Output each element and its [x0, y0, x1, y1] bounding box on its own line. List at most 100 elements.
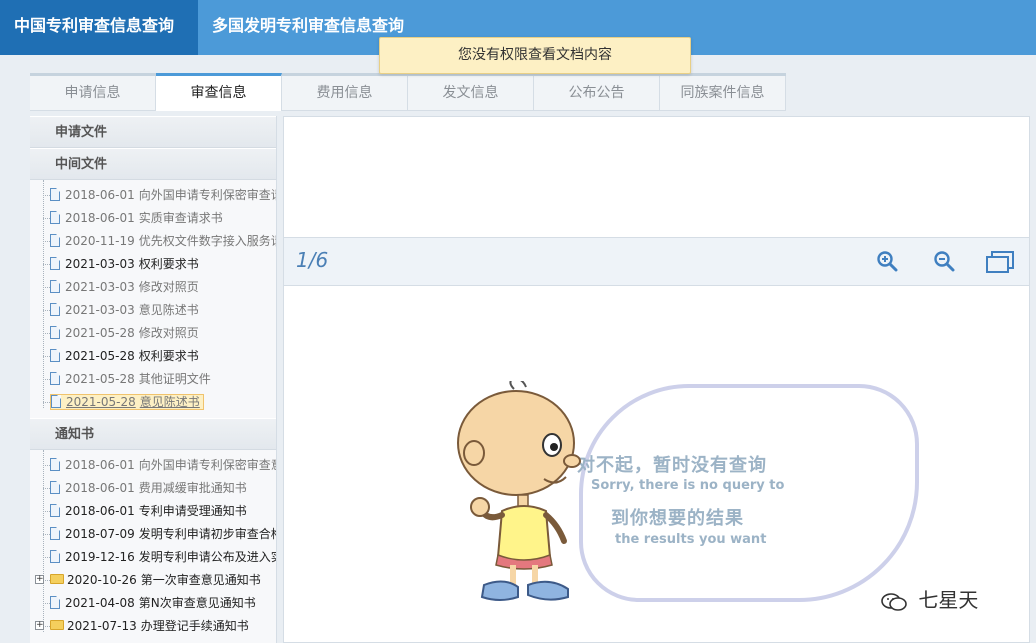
- wechat-icon: [881, 592, 907, 611]
- tree-item[interactable]: 2021-03-03 意见陈述书: [30, 299, 276, 322]
- folder-icon: [50, 620, 64, 630]
- tree-item-name: 办理登记手续通知书: [140, 619, 249, 633]
- fullscreen-window-icon[interactable]: [985, 250, 1015, 274]
- tree-item[interactable]: 2021-05-28 修改对照页: [30, 322, 276, 345]
- section-intermediate-files[interactable]: 中间文件: [30, 148, 276, 180]
- tree-item-name: 修改对照页: [138, 326, 199, 340]
- tree-item-date: 2021-05-28: [65, 326, 135, 340]
- zoom-out-icon[interactable]: [933, 250, 957, 274]
- document-icon: [50, 302, 60, 316]
- tree-item[interactable]: 2021-05-28 权利要求书: [30, 345, 276, 368]
- tree-item-name: 发明专利申请初步审查合格通知书: [138, 527, 276, 541]
- document-icon: [50, 503, 60, 517]
- intermediate-files-list: 2018-06-01向外国申请专利保密审查请求书2018-06-01实质审查请求…: [30, 180, 276, 418]
- tree-item-date: 2021-07-13: [67, 619, 137, 633]
- document-icon: [50, 480, 60, 494]
- page-counter: 1/6: [296, 248, 329, 272]
- tree-item-name: 权利要求书: [138, 257, 199, 271]
- tree-item[interactable]: +2020-10-26 第一次审查意见通知书: [30, 569, 276, 592]
- tree-item-date: 2020-10-26: [67, 573, 137, 587]
- tree-item-name: 实质审查请求书: [138, 211, 223, 225]
- tab-5[interactable]: 同族案件信息: [660, 76, 786, 111]
- tree-item-name: 第一次审查意见通知书: [140, 573, 261, 587]
- tree-item-label-wrap: 2018-07-09发明专利申请初步审查合格通知书: [50, 526, 276, 541]
- tree-item-name: 第N次审查意见通知书: [138, 596, 256, 610]
- tree-item-label-wrap: 2021-03-03 权利要求书: [50, 256, 199, 271]
- tree-item-date: 2018-06-01: [65, 458, 135, 472]
- tab-1[interactable]: 审查信息: [156, 73, 282, 111]
- tree-item[interactable]: 2018-06-01 费用减缓审批通知书: [30, 477, 276, 500]
- tree-item[interactable]: 2018-06-01 实质审查请求书: [30, 207, 276, 230]
- tree-item[interactable]: 2020-11-19优先权文件数字接入服务请求书: [30, 230, 276, 253]
- no-result-message-cn-line1: 对不起，暂时没有查询: [577, 455, 767, 476]
- info-tabs: 申请信息 审查信息 费用信息 发文信息 公布公告 同族案件信息: [30, 73, 786, 111]
- document-icon: [50, 233, 60, 247]
- document-icon: [50, 526, 60, 540]
- tree-item-date: 2021-05-28: [66, 395, 136, 409]
- tree-item-name: 专利申请受理通知书: [138, 504, 247, 518]
- section-notices[interactable]: 通知书: [30, 418, 276, 450]
- tab-2[interactable]: 费用信息: [282, 76, 408, 111]
- tree-item-date: 2018-06-01: [65, 481, 135, 495]
- document-icon: [50, 187, 60, 201]
- tree-item-name: 优先权文件数字接入服务请求书: [138, 234, 276, 248]
- cloud-shape: [579, 384, 919, 602]
- tree-item-label-wrap: 2018-06-01向外国申请专利保密审查意见通知书: [50, 457, 276, 472]
- tree-item-label-wrap: 2021-05-28 权利要求书: [50, 348, 199, 363]
- tree-item-label-wrap: 2019-12-16发明专利申请公布及进入实质审查阶段通知书: [50, 549, 276, 564]
- tree-item-date: 2021-05-28: [65, 349, 135, 363]
- tree-item[interactable]: 2019-12-16发明专利申请公布及进入实质审查阶段通知书: [30, 546, 276, 569]
- tab-4[interactable]: 公布公告: [534, 76, 660, 111]
- tree-item-name: 修改对照页: [138, 280, 199, 294]
- document-icon: [50, 348, 60, 362]
- tab-china-patent-query[interactable]: 中国专利审查信息查询: [0, 0, 198, 55]
- tree-item[interactable]: 2018-06-01 专利申请受理通知书: [30, 500, 276, 523]
- tree-item-date: 2021-04-08: [65, 596, 135, 610]
- tree-item-name: 费用减缓审批通知书: [138, 481, 247, 495]
- tree-item[interactable]: 2018-06-01向外国申请专利保密审查请求书: [30, 184, 276, 207]
- watermark-text: 七星天: [918, 588, 979, 612]
- tree-item-date: 2021-03-03: [65, 257, 135, 271]
- cartoon-kid-illustration: [457, 381, 581, 601]
- watermark: 七星天: [880, 584, 978, 614]
- tree-item-date: 2018-07-09: [65, 527, 135, 541]
- tree-item-label-wrap: 2018-06-01 费用减缓审批通知书: [50, 480, 247, 495]
- tree-item[interactable]: 2021-05-28 意见陈述书: [30, 391, 276, 414]
- tree-item-date: 2021-05-28: [65, 372, 135, 386]
- tree-item-label-wrap: 2021-07-13 办理登记手续通知书: [50, 619, 249, 633]
- tree-item-date: 2018-06-01: [65, 211, 135, 225]
- tree-item[interactable]: 2021-03-03 权利要求书: [30, 253, 276, 276]
- tree-item-date: 2018-06-01: [65, 504, 135, 518]
- tree-item[interactable]: 2021-04-08 第N次审查意见通知书: [30, 592, 276, 615]
- tree-item-name: 意见陈述书: [139, 395, 200, 409]
- expand-icon[interactable]: +: [35, 575, 44, 584]
- tree-item[interactable]: 2021-05-28 其他证明文件: [30, 368, 276, 391]
- expand-icon[interactable]: +: [35, 621, 44, 630]
- permission-toast: 您没有权限查看文档内容: [379, 37, 691, 74]
- tree-item-name: 向外国申请专利保密审查意见通知书: [138, 458, 276, 472]
- folder-icon: [50, 574, 64, 584]
- tab-3[interactable]: 发文信息: [408, 76, 534, 111]
- tree-item[interactable]: 2018-06-01向外国申请专利保密审查意见通知书: [30, 454, 276, 477]
- tree-item[interactable]: 2018-07-09发明专利申请初步审查合格通知书: [30, 523, 276, 546]
- document-icon: [50, 325, 60, 339]
- notices-list: 2018-06-01向外国申请专利保密审查意见通知书2018-06-01费用减缓…: [30, 450, 276, 642]
- tree-item-name: 向外国申请专利保密审查请求书: [138, 188, 276, 202]
- tree-item-date: 2021-03-03: [65, 280, 135, 294]
- tree-item-label-wrap: 2018-06-01向外国申请专利保密审查请求书: [50, 187, 276, 202]
- tree-item[interactable]: +2021-07-13 办理登记手续通知书: [30, 615, 276, 638]
- tree-item-label-wrap: 2020-11-19优先权文件数字接入服务请求书: [50, 233, 276, 248]
- tree-item-date: 2018-06-01: [65, 188, 135, 202]
- tab-0[interactable]: 申请信息: [30, 76, 156, 111]
- zoom-in-icon[interactable]: [876, 250, 900, 274]
- tree-item[interactable]: 2021-03-03 修改对照页: [30, 276, 276, 299]
- tree-item-date: 2019-12-16: [65, 550, 135, 564]
- document-icon: [50, 457, 60, 471]
- tree-item-name: 发明专利申请公布及进入实质审查阶段通知书: [138, 550, 276, 564]
- tree-item-date: 2020-11-19: [65, 234, 135, 248]
- document-icon: [50, 595, 60, 609]
- no-result-message-en-line1: Sorry, there is no query to: [591, 478, 785, 493]
- document-viewer: 1/6 对不起，暂时没有查询 Sorry, there is no query …: [283, 116, 1030, 643]
- viewer-toolbar: 1/6: [284, 238, 1029, 286]
- section-application-files[interactable]: 申请文件: [30, 116, 276, 148]
